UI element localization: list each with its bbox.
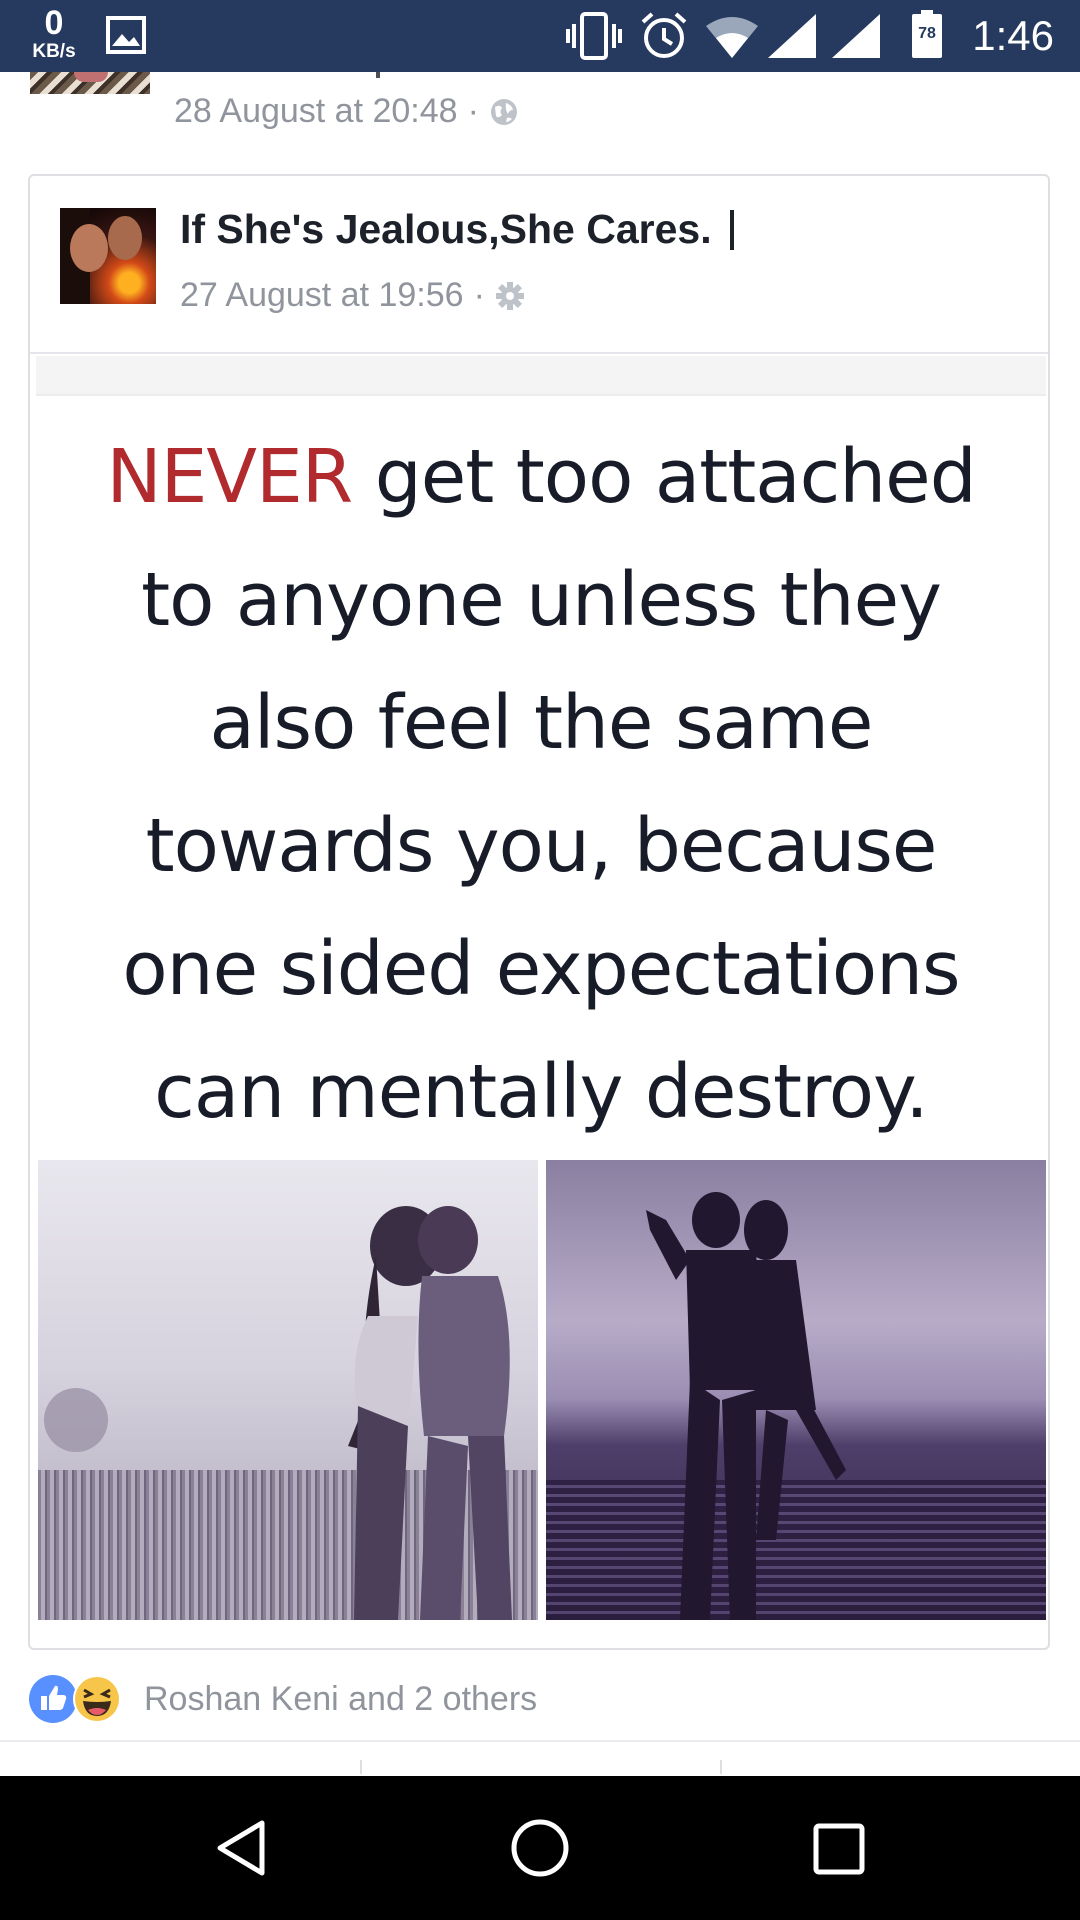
network-speed: 0 KB/s <box>26 6 82 61</box>
previous-post-title-fragment <box>376 72 380 78</box>
previous-post-avatar[interactable] <box>30 72 150 94</box>
signal-icon <box>768 14 816 58</box>
shared-post-card[interactable]: If She's Jealous,She Cares. 27 August at… <box>28 174 1050 1650</box>
battery-icon: 78 <box>912 10 942 58</box>
meta-separator: · <box>467 92 479 130</box>
page-avatar[interactable] <box>60 208 156 304</box>
network-speed-value: 0 <box>44 4 64 42</box>
alarm-icon <box>641 12 687 58</box>
quote-image[interactable]: NEVER get too attached to anyone unless … <box>34 356 1048 1642</box>
action-separator <box>720 1760 722 1774</box>
meta-separator: · <box>473 276 485 314</box>
haha-icon <box>73 1675 121 1723</box>
quote-line-5: one sided expectations <box>122 926 960 1012</box>
gallery-icon <box>106 16 146 54</box>
post-divider <box>0 1740 1080 1742</box>
previous-post-timestamp[interactable]: 28 August at 20:48 <box>174 92 458 131</box>
shared-post-timestamp[interactable]: 27 August at 19:56 <box>180 276 464 315</box>
card-header: If She's Jealous,She Cares. <box>180 206 734 253</box>
reactions-row[interactable]: Roshan Keni and 2 others <box>28 1672 537 1726</box>
recents-icon[interactable] <box>812 1822 866 1876</box>
couple-silhouette <box>348 1206 512 1620</box>
couple-photo-beach <box>546 1160 1046 1620</box>
shared-post-meta: 27 August at 19:56 · <box>180 276 525 315</box>
quote-emphasis-word: NEVER <box>106 434 353 520</box>
quote-line-2: to anyone unless they <box>141 557 942 643</box>
card-divider <box>30 352 1048 354</box>
quote-text: NEVER get too attached to anyone unless … <box>34 416 1048 1154</box>
network-speed-unit: KB/s <box>32 41 76 62</box>
battery-level: 78 <box>912 14 942 58</box>
like-icon <box>29 1675 77 1723</box>
back-icon[interactable] <box>212 1818 272 1878</box>
wifi-icon <box>706 17 758 58</box>
home-icon[interactable] <box>510 1818 570 1878</box>
image-top-band <box>36 356 1046 396</box>
text-cursor <box>729 209 734 250</box>
vibrate-icon <box>566 12 622 60</box>
navigation-bar <box>0 1776 1080 1920</box>
quote-line-4: towards you, because <box>145 803 938 889</box>
couple-photo-field <box>38 1160 538 1620</box>
gear-icon <box>495 281 524 310</box>
reactions-summary[interactable]: Roshan Keni and 2 others <box>144 1680 537 1719</box>
action-separator <box>360 1760 362 1774</box>
clock: 1:46 <box>972 12 1054 59</box>
quote-line-3: also feel the same <box>209 680 874 766</box>
previous-post-meta: 28 August at 20:48 · <box>174 92 519 131</box>
quote-line-6: can mentally destroy. <box>154 1049 929 1135</box>
couple-silhouette <box>646 1192 846 1620</box>
page-name-link[interactable]: If She's Jealous,She Cares. <box>180 206 712 253</box>
status-bar: 0 KB/s 78 1:46 <box>0 0 1080 72</box>
globe-icon <box>490 98 517 125</box>
signal-icon <box>832 14 880 58</box>
quote-line-1: get too attached <box>352 434 977 520</box>
